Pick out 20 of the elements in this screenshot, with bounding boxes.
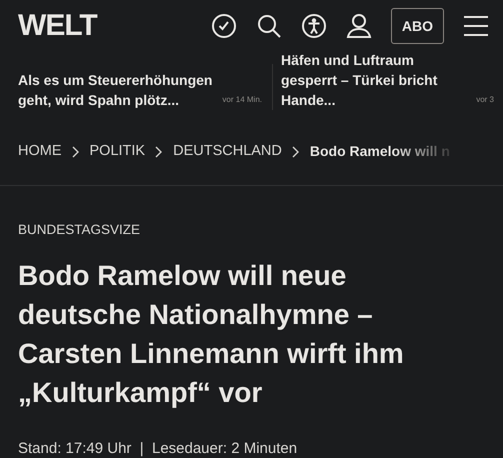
kicker: BUNDESTAGSVIZE <box>18 221 142 239</box>
article-headline: Bodo Ramelow will neue deutsche Nationalhymne – Carsten Linnemann wirft ihm „Kulturkampf“ vor <box>18 259 405 410</box>
user-icon[interactable] <box>346 13 372 39</box>
breadcrumb-link[interactable]: POLITIK <box>90 140 146 162</box>
chevron-right-icon <box>72 146 80 158</box>
chevron-right-icon <box>155 146 164 158</box>
search-icon[interactable] <box>256 13 282 39</box>
subscribe-button[interactable]: ABO <box>390 8 444 44</box>
clock-icon[interactable] <box>210 13 237 39</box>
accessibility-icon[interactable] <box>300 13 327 39</box>
teaser-headline[interactable]: Häfen und Luftraum gesperrt – Türkei bricht Hande... <box>281 50 472 110</box>
article-meta: Stand: 17:49 Uhr | Lesedauer: 2 Minuten <box>18 439 298 458</box>
breadcrumb-link[interactable]: HOME <box>18 140 62 162</box>
teaser-headline[interactable]: Als es um Steuererhöhungen geht, wird Spahn plötz... <box>18 70 218 110</box>
teaser-time: vor 3 <box>476 94 494 106</box>
breadcrumb-link[interactable]: DEUTSCHLAND <box>173 140 282 162</box>
chevron-right-icon <box>292 146 300 158</box>
logo[interactable]: WELT <box>18 11 97 41</box>
teaser-time: vor 14 Min. <box>222 94 262 106</box>
menu-icon[interactable] <box>463 15 489 37</box>
